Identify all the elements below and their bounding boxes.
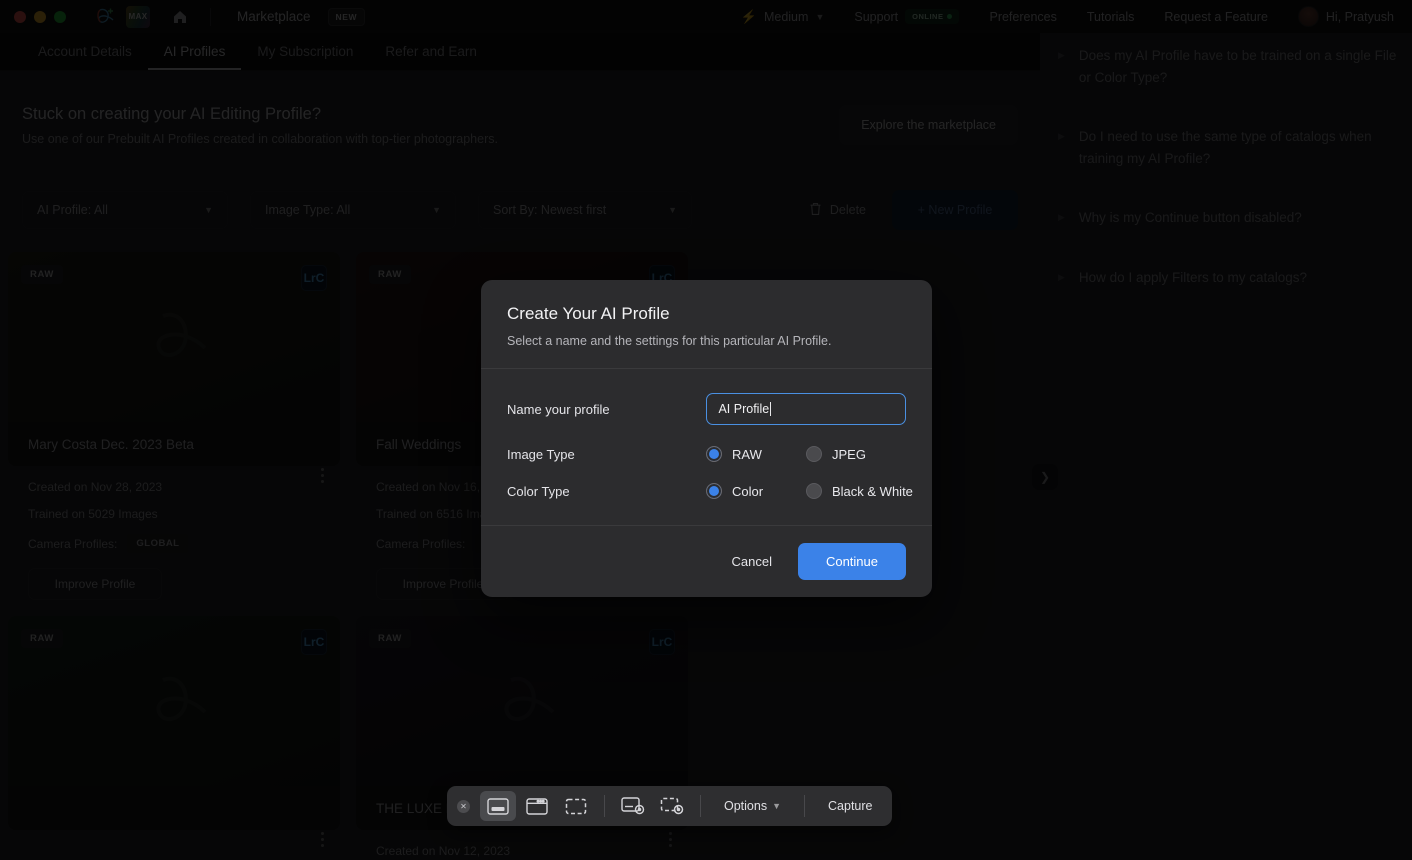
capture-button[interactable]: Capture	[815, 791, 885, 821]
app-root: MAX Marketplace NEW ⚡ Medium ▼ Support O…	[0, 0, 1412, 860]
radio-dot-icon	[706, 446, 722, 462]
capture-window-icon[interactable]	[519, 791, 555, 821]
radio-black-and-white[interactable]: Black & White	[806, 483, 906, 499]
color-type-radio-group: Color Black & White	[706, 483, 906, 499]
dialog-title: Create Your AI Profile	[507, 304, 906, 324]
profile-name-value: AI Profile	[718, 402, 769, 416]
dialog-subtitle: Select a name and the settings for this …	[507, 334, 906, 348]
image-type-row: Image Type RAW JPEG	[507, 446, 906, 462]
radio-dot-icon	[806, 483, 822, 499]
chevron-down-icon: ▼	[772, 801, 781, 811]
name-field-row: Name your profile AI Profile	[507, 393, 906, 425]
name-field-label: Name your profile	[507, 402, 706, 417]
options-label: Options	[724, 799, 767, 813]
color-type-label: Color Type	[507, 484, 706, 499]
screenshot-toolbar: ✕	[447, 786, 892, 826]
record-entire-screen-icon[interactable]	[615, 791, 651, 821]
capture-entire-screen-icon[interactable]	[480, 791, 516, 821]
radio-color[interactable]: Color	[706, 483, 806, 499]
dialog-header: Create Your AI Profile Select a name and…	[481, 280, 932, 369]
profile-name-input[interactable]: AI Profile	[706, 393, 906, 425]
dialog-body: Name your profile AI Profile Image Type …	[481, 369, 932, 526]
radio-raw-label: RAW	[732, 447, 762, 462]
continue-button[interactable]: Continue	[798, 543, 906, 580]
radio-dot-icon	[806, 446, 822, 462]
image-type-radio-group: RAW JPEG	[706, 446, 906, 462]
capture-selection-icon[interactable]	[558, 791, 594, 821]
radio-dot-icon	[706, 483, 722, 499]
divider	[804, 795, 805, 817]
radio-jpeg-label: JPEG	[832, 447, 866, 462]
color-type-row: Color Type Color Black & White	[507, 483, 906, 499]
radio-raw[interactable]: RAW	[706, 446, 806, 462]
radio-bw-label: Black & White	[832, 484, 913, 499]
record-selection-icon[interactable]	[654, 791, 690, 821]
radio-color-label: Color	[732, 484, 763, 499]
text-cursor	[770, 402, 771, 416]
divider	[700, 795, 701, 817]
cancel-button[interactable]: Cancel	[727, 548, 775, 575]
options-button[interactable]: Options ▼	[711, 791, 794, 821]
dialog-footer: Cancel Continue	[481, 526, 932, 597]
close-icon[interactable]: ✕	[457, 800, 470, 813]
divider	[604, 795, 605, 817]
radio-jpeg[interactable]: JPEG	[806, 446, 906, 462]
image-type-label: Image Type	[507, 447, 706, 462]
create-ai-profile-dialog: Create Your AI Profile Select a name and…	[481, 280, 932, 597]
